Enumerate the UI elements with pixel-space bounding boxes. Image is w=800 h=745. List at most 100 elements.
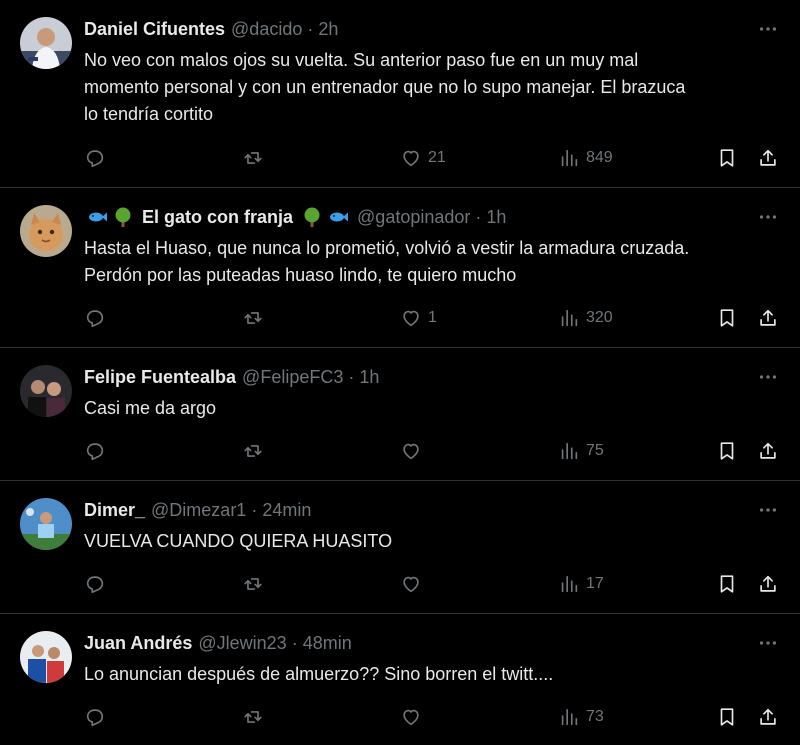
reply-icon: [86, 310, 104, 328]
handle[interactable]: @FelipeFC3: [242, 367, 343, 388]
display-name[interactable]: Felipe Fuentealba: [84, 367, 236, 388]
retweet-button[interactable]: [242, 146, 264, 170]
tweet[interactable]: El gato con franja @gatopinador · 1h Has…: [0, 188, 800, 348]
views-button[interactable]: 849: [558, 146, 613, 170]
tweet-text-line: No veo con malos ojos su vuelta. Su ante…: [84, 50, 639, 70]
timestamp[interactable]: 2h: [318, 19, 338, 40]
like-button[interactable]: 1: [400, 306, 437, 330]
display-name[interactable]: Juan Andrés: [84, 633, 192, 654]
analytics-icon: [561, 149, 578, 167]
like-button[interactable]: [400, 439, 422, 463]
handle[interactable]: @gatopinador: [357, 207, 470, 228]
tweet[interactable]: Daniel Cifuentes @dacido · 2h No veo con…: [0, 0, 800, 188]
tweet-text-line: Casi me da argo: [84, 398, 217, 418]
reply-icon: [86, 150, 104, 168]
separator-dot: ·: [307, 18, 314, 39]
like-button[interactable]: 21: [400, 146, 446, 170]
tweet[interactable]: Juan Andrés @Jlewin23 · 48min Lo anuncia…: [0, 614, 800, 745]
views-button[interactable]: 320: [558, 306, 613, 330]
timestamp[interactable]: 24min: [262, 500, 311, 521]
reply-button[interactable]: [84, 146, 106, 170]
bookmark-button[interactable]: [716, 572, 738, 596]
retweet-icon: [244, 152, 262, 164]
display-name[interactable]: Daniel Cifuentes: [84, 19, 225, 40]
timestamp[interactable]: 1h: [486, 207, 506, 228]
bookmark-button[interactable]: [716, 306, 738, 330]
tweet-text: Hasta el Huaso, que nunca lo prometió, v…: [84, 235, 780, 289]
more-options-icon[interactable]: [756, 17, 780, 41]
share-button[interactable]: [757, 705, 779, 729]
avatar[interactable]: [20, 17, 72, 69]
retweet-icon: [244, 312, 262, 324]
share-button[interactable]: [757, 306, 779, 330]
retweet-button[interactable]: [242, 306, 264, 330]
timestamp[interactable]: 1h: [359, 367, 379, 388]
display-name[interactable]: El gato con franja: [142, 207, 293, 228]
bookmark-button[interactable]: [716, 146, 738, 170]
bookmark-button[interactable]: [716, 705, 738, 729]
display-name-group[interactable]: El gato con franja: [84, 206, 351, 228]
reply-icon: [86, 709, 104, 727]
heart-icon: [403, 443, 419, 460]
more-options-icon[interactable]: [756, 205, 780, 229]
tweet-text-line: lo tendría cortito: [84, 104, 214, 124]
tweet-text-line: Lo anuncian después de almuerzo?? Sino b…: [84, 664, 554, 684]
more-options-icon[interactable]: [756, 365, 780, 389]
share-icon: [760, 149, 776, 166]
action-bar: 1 320: [84, 306, 780, 330]
reply-button[interactable]: [84, 705, 106, 729]
avatar[interactable]: [20, 631, 72, 683]
avatar[interactable]: [20, 498, 72, 550]
share-button[interactable]: [757, 146, 779, 170]
retweet-button[interactable]: [242, 705, 264, 729]
view-count: 75: [586, 442, 604, 459]
share-icon: [760, 309, 776, 326]
more-options-icon[interactable]: [756, 631, 780, 655]
analytics-icon: [561, 442, 578, 460]
views-button[interactable]: 75: [558, 439, 604, 463]
view-count: 73: [586, 708, 604, 725]
display-name[interactable]: Dimer_: [84, 500, 145, 521]
view-count: 320: [586, 309, 613, 326]
tweet[interactable]: Dimer_ @Dimezar1 · 24min VUELVA CUANDO Q…: [0, 481, 800, 614]
share-icon: [760, 575, 776, 592]
reply-icon: [86, 576, 104, 594]
timestamp[interactable]: 48min: [303, 633, 352, 654]
share-button[interactable]: [757, 572, 779, 596]
views-button[interactable]: 17: [558, 572, 604, 596]
handle[interactable]: @dacido: [231, 19, 302, 40]
action-bar: 17: [84, 572, 780, 596]
more-options-icon[interactable]: [756, 498, 780, 522]
like-count: 21: [428, 149, 446, 166]
view-count: 849: [586, 149, 613, 166]
retweet-button[interactable]: [242, 439, 264, 463]
tweet-text-line: Perdón por las puteadas huaso lindo, te …: [84, 265, 517, 285]
tweet-text-line: momento personal y con un entrenador que…: [84, 77, 686, 97]
tree-icon: [112, 206, 134, 228]
avatar[interactable]: [20, 365, 72, 417]
share-button[interactable]: [757, 439, 779, 463]
analytics-icon: [561, 708, 578, 726]
retweet-button[interactable]: [242, 572, 264, 596]
like-count: 1: [428, 309, 437, 326]
views-button[interactable]: 73: [558, 705, 604, 729]
fish-icon: [86, 206, 108, 228]
tree-icon: [301, 206, 323, 228]
tweet-text: Casi me da argo: [84, 395, 780, 422]
tweet[interactable]: Felipe Fuentealba @FelipeFC3 · 1h Casi m…: [0, 348, 800, 481]
tweet-text: Lo anuncian después de almuerzo?? Sino b…: [84, 661, 780, 688]
fish-icon: [327, 206, 349, 228]
handle[interactable]: @Dimezar1: [151, 500, 246, 521]
action-bar: 75: [84, 439, 780, 463]
reply-feed: Daniel Cifuentes @dacido · 2h No veo con…: [0, 0, 800, 745]
reply-button[interactable]: [84, 439, 106, 463]
like-button[interactable]: [400, 705, 422, 729]
heart-icon: [403, 709, 419, 726]
handle[interactable]: @Jlewin23: [198, 633, 286, 654]
heart-icon: [403, 150, 419, 167]
reply-button[interactable]: [84, 306, 106, 330]
like-button[interactable]: [400, 572, 422, 596]
bookmark-button[interactable]: [716, 439, 738, 463]
reply-button[interactable]: [84, 572, 106, 596]
avatar[interactable]: [20, 205, 72, 257]
